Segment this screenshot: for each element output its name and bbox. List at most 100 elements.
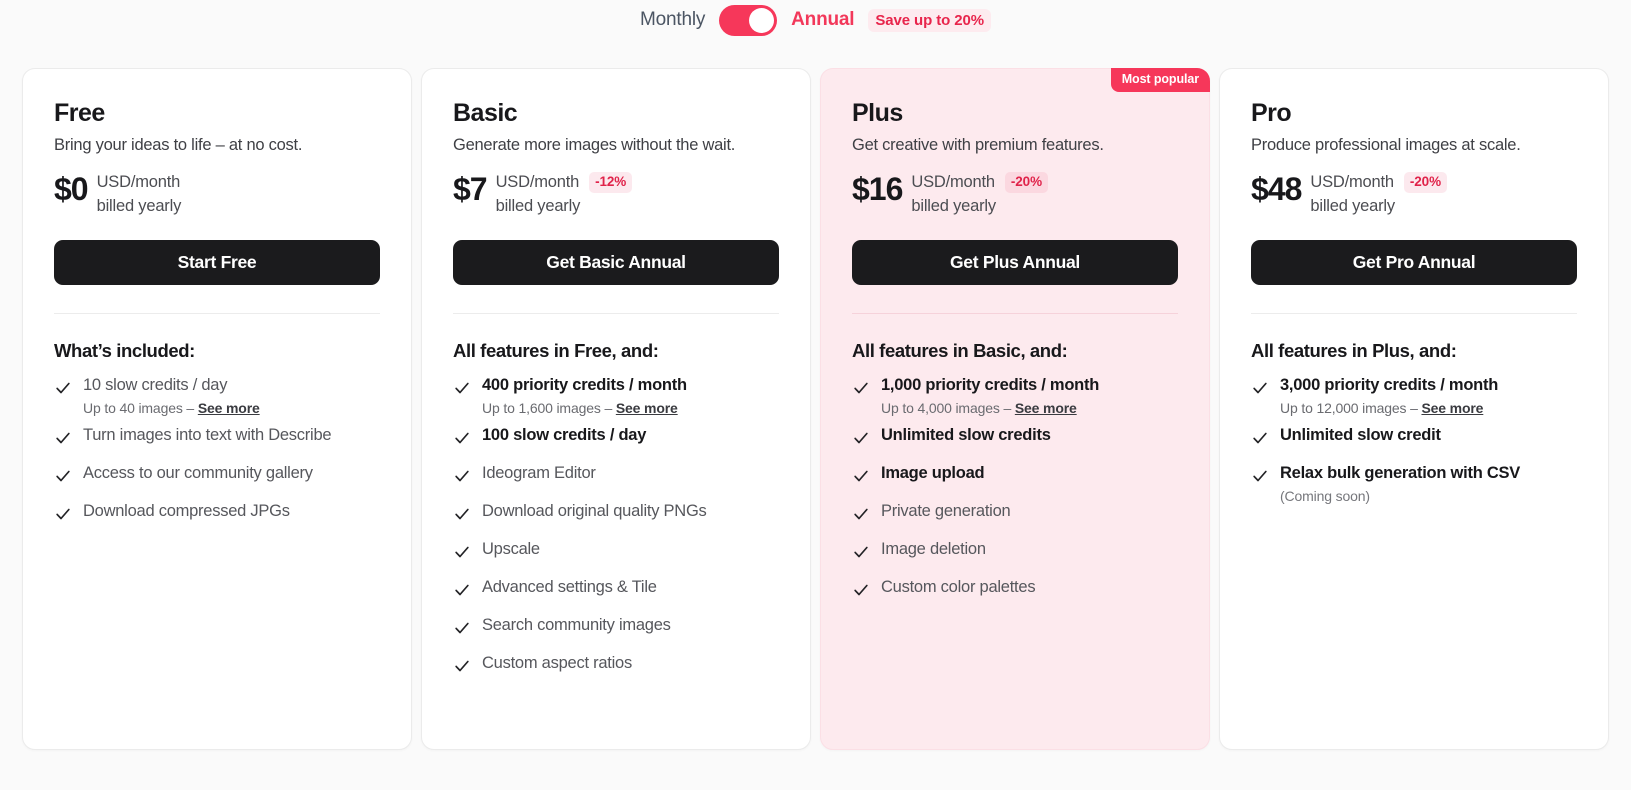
feature-label: Relax bulk generation with CSV: [1280, 463, 1521, 482]
monthly-label[interactable]: Monthly: [640, 9, 705, 31]
check-icon: [453, 619, 471, 637]
feature-text-wrap: Download original quality PNGs: [482, 502, 707, 522]
feature-list: 400 priority credits / month Up to 1,600 …: [453, 376, 779, 675]
check-icon: [453, 581, 471, 599]
card-features: All features in Plus, and: 3,000 priority…: [1220, 314, 1608, 512]
feature-text-wrap: Image upload: [881, 463, 985, 484]
feature-text-wrap: Ideogram Editor: [482, 464, 596, 484]
feature-label: Upscale: [482, 539, 540, 558]
billing-period-note: billed yearly: [1310, 196, 1395, 215]
price-amount: $0: [54, 171, 89, 208]
card-header: Pro Produce professional images at scale.…: [1220, 69, 1608, 315]
feature-item: Unlimited slow credit: [1251, 426, 1577, 447]
card-features: All features in Free, and: 400 priority c…: [422, 314, 810, 692]
price-unit-line: USD/month -12%: [496, 172, 633, 193]
feature-item: Turn images into text with Describe: [54, 426, 380, 447]
pricing-card-basic: Basic Generate more images without the wa…: [421, 68, 811, 750]
feature-text-wrap: Unlimited slow credits: [881, 426, 1051, 446]
feature-label: Ideogram Editor: [482, 463, 596, 482]
feature-list: 10 slow credits / day Up to 40 images – S…: [54, 376, 380, 523]
feature-label: Unlimited slow credits: [881, 425, 1051, 444]
check-icon: [852, 429, 870, 447]
plan-name: Pro: [1251, 99, 1292, 127]
feature-item: Ideogram Editor: [453, 464, 779, 485]
feature-item: 10 slow credits / day Up to 40 images – S…: [54, 376, 380, 417]
feature-label: Advanced settings & Tile: [482, 577, 657, 596]
billing-period-toggle-bar: Monthly Annual Save up to 20%: [0, 0, 1631, 38]
check-icon: [453, 657, 471, 675]
check-icon: [54, 379, 72, 397]
feature-item: Advanced settings & Tile: [453, 578, 779, 599]
feature-item: Image upload: [852, 464, 1178, 485]
price-unit-line: USD/month -20%: [1310, 172, 1447, 193]
see-more-link[interactable]: See more: [1015, 400, 1077, 416]
feature-item: Search community images: [453, 616, 779, 637]
plan-tagline: Produce professional images at scale.: [1251, 135, 1521, 154]
feature-subtext: Up to 40 images – See more: [83, 400, 260, 417]
cta-button-plus[interactable]: Get Plus Annual: [852, 240, 1178, 286]
feature-text-wrap: 1,000 priority credits / month Up to 4,00…: [881, 376, 1099, 417]
feature-text-wrap: Download compressed JPGs: [83, 502, 290, 522]
price-unit: USD/month: [96, 173, 181, 192]
check-icon: [852, 505, 870, 523]
feature-subtext-prefix: Up to 12,000 images –: [1280, 400, 1422, 417]
feature-text-wrap: Image deletion: [881, 540, 986, 560]
feature-text-wrap: Turn images into text with Describe: [83, 425, 332, 446]
feature-text-wrap: Custom aspect ratios: [482, 654, 632, 674]
feature-label: Search community images: [482, 615, 671, 634]
feature-label: Unlimited slow credit: [1280, 425, 1441, 444]
card-features: All features in Basic, and: 1,000 priorit…: [821, 314, 1209, 616]
check-icon: [54, 429, 72, 447]
feature-item: Access to our community gallery: [54, 464, 380, 485]
feature-text-wrap: 400 priority credits / month Up to 1,600 …: [482, 376, 687, 417]
price-meta: USD/month -20% billed yearly: [911, 172, 1048, 216]
see-more-link[interactable]: See more: [616, 400, 678, 416]
save-up-to-badge: Save up to 20%: [868, 8, 991, 32]
see-more-link[interactable]: See more: [1421, 400, 1483, 416]
cta-button-basic[interactable]: Get Basic Annual: [453, 240, 779, 286]
pricing-card-grid: Free Bring your ideas to life – at no cos…: [0, 38, 1631, 790]
pricing-card-pro: Pro Produce professional images at scale.…: [1219, 68, 1609, 750]
plan-name: Free: [54, 99, 105, 127]
billing-period-note: billed yearly: [96, 196, 182, 215]
feature-text-wrap: Access to our community gallery: [83, 464, 313, 484]
feature-subtext: Up to 4,000 images – See more: [881, 400, 1099, 417]
price-unit: USD/month: [1310, 173, 1394, 192]
billing-period-switch[interactable]: [719, 4, 778, 36]
feature-label: Image upload: [881, 463, 985, 482]
feature-item: Relax bulk generation with CSV (Coming so…: [1251, 464, 1577, 504]
feature-text-wrap: 3,000 priority credits / month Up to 12,0…: [1280, 376, 1498, 417]
feature-label: Download compressed JPGs: [83, 501, 290, 520]
feature-note: (Coming soon): [1280, 487, 1370, 504]
plan-tagline: Generate more images without the wait.: [453, 135, 736, 154]
plan-tagline: Get creative with premium features.: [852, 135, 1104, 154]
see-more-link[interactable]: See more: [198, 400, 260, 416]
card-header: Basic Generate more images without the wa…: [422, 69, 810, 315]
feature-label: 400 priority credits / month: [482, 376, 687, 395]
cta-button-free[interactable]: Start Free: [54, 240, 380, 286]
feature-label: 3,000 priority credits / month: [1280, 376, 1499, 395]
feature-label: Private generation: [881, 501, 1011, 520]
price-amount: $16: [852, 171, 903, 208]
feature-label: Turn images into text with Describe: [83, 425, 332, 444]
check-icon: [1251, 379, 1269, 397]
feature-subtext-prefix: Up to 1,600 images –: [482, 400, 616, 417]
annual-label[interactable]: Annual: [791, 9, 854, 31]
price-meta: USD/month -20% billed yearly: [1310, 172, 1447, 216]
feature-label: 1,000 priority credits / month: [881, 376, 1100, 395]
switch-knob: [749, 7, 775, 33]
feature-text-wrap: 10 slow credits / day Up to 40 images – S…: [83, 376, 260, 417]
price-amount: $7: [453, 171, 488, 208]
check-icon: [852, 467, 870, 485]
billing-period-note: billed yearly: [495, 196, 581, 215]
cta-button-pro[interactable]: Get Pro Annual: [1251, 240, 1577, 286]
price-row: $48 USD/month -20% billed yearly: [1251, 172, 1577, 216]
feature-label: Download original quality PNGs: [482, 501, 707, 520]
feature-item: 3,000 priority credits / month Up to 12,0…: [1251, 376, 1577, 417]
check-icon: [1251, 429, 1269, 447]
plan-tagline: Bring your ideas to life – at no cost.: [54, 135, 303, 154]
feature-text-wrap: Custom color palettes: [881, 577, 1036, 598]
feature-label: Custom color palettes: [881, 577, 1036, 596]
feature-list: 3,000 priority credits / month Up to 12,0…: [1251, 376, 1577, 504]
feature-item: Upscale: [453, 540, 779, 561]
